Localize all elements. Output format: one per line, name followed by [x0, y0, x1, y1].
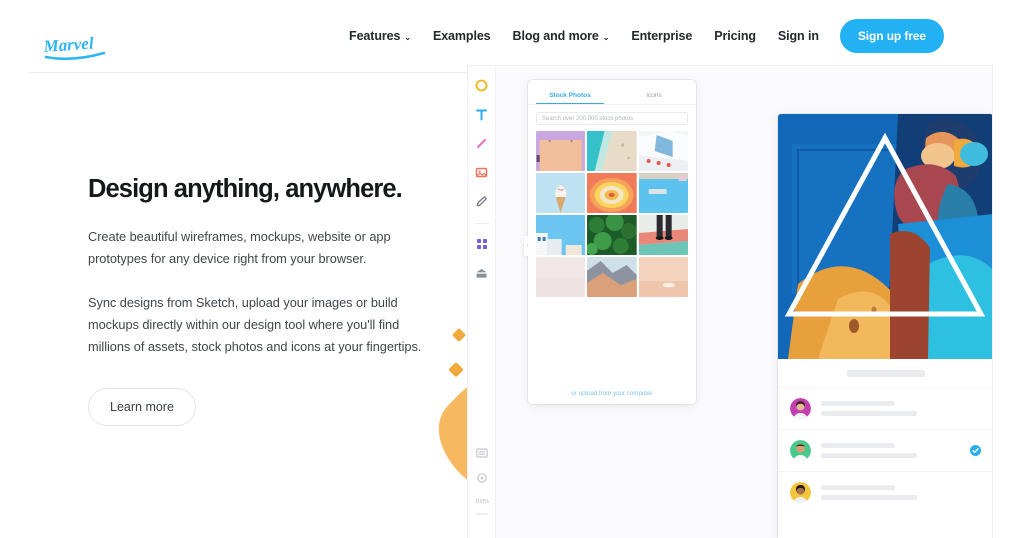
hero-content: Design anything, anywhere. Create beauti…: [88, 175, 428, 427]
stock-photo-thumbnail[interactable]: [587, 257, 637, 297]
layers-icon[interactable]: [473, 444, 491, 462]
placeholder-bar: [821, 411, 917, 416]
avatar[interactable]: [790, 398, 811, 419]
svg-text:Marvel: Marvel: [42, 34, 94, 57]
triangle-shape-overlay: [784, 132, 986, 317]
stock-photo-thumbnail[interactable]: [638, 173, 688, 213]
nav-label: Pricing: [714, 29, 756, 43]
nav-label: Sign in: [777, 29, 819, 43]
stock-photo-thumbnail[interactable]: [536, 173, 586, 213]
stock-photo-thumbnail[interactable]: [536, 131, 586, 171]
placeholder-bar: [846, 369, 925, 377]
placeholder-bar: [821, 485, 895, 490]
verified-check-icon[interactable]: [970, 445, 981, 456]
avatar[interactable]: [790, 482, 811, 503]
comment-list-header: [778, 359, 992, 387]
comment-text-placeholder: [821, 485, 981, 500]
image-tool-icon[interactable]: [473, 163, 491, 181]
nav-item-pricing[interactable]: Pricing: [703, 29, 767, 43]
list-item[interactable]: [778, 429, 992, 471]
avatar[interactable]: [790, 440, 811, 461]
artwork-preview[interactable]: [778, 114, 992, 359]
stock-photo-thumbnail[interactable]: [587, 131, 637, 171]
app-toolbar: 100%: [468, 66, 496, 538]
chevron-down-icon: ⌄: [404, 32, 411, 42]
pencil-icon[interactable]: [473, 192, 491, 210]
stock-photo-grid: [536, 131, 688, 297]
stock-photo-thumbnail[interactable]: [638, 131, 688, 171]
stock-photo-thumbnail[interactable]: [536, 257, 586, 297]
stock-photo-thumbnail[interactable]: [638, 215, 688, 255]
placeholder-bar: [821, 443, 895, 448]
list-item[interactable]: [778, 387, 992, 429]
stock-photo-thumbnail[interactable]: [587, 215, 637, 255]
comment-list: [778, 359, 992, 513]
stock-photos-panel: Stock Photos Icons Search over 200,000 s…: [528, 80, 696, 404]
shape-circle-icon[interactable]: [473, 76, 491, 94]
stock-photo-thumbnail[interactable]: [536, 215, 586, 255]
nav-label: Examples: [432, 29, 491, 43]
page-title: Design anything, anywhere.: [88, 175, 403, 203]
panel-tab-bar: Stock Photos Icons: [528, 80, 696, 105]
tab-icons[interactable]: Icons: [612, 80, 696, 105]
toolbar-divider: [474, 223, 489, 224]
nav-item-blog-and-more[interactable]: Blog and more ⌄: [502, 29, 621, 43]
nav-item-sign-in[interactable]: Sign in: [767, 29, 830, 43]
chevron-down-icon: ⌄: [602, 32, 610, 42]
artboard-card: [778, 114, 992, 538]
nav-item-examples[interactable]: Examples: [422, 29, 502, 43]
grid-tool-icon[interactable]: [473, 235, 491, 253]
nav-label: Enterprise: [631, 29, 693, 43]
box-tool-icon[interactable]: [473, 264, 491, 282]
comment-text-placeholder: [821, 443, 970, 458]
placeholder-bar: [821, 495, 917, 500]
comment-text-placeholder: [821, 401, 981, 416]
hero-paragraph-1: Create beautiful wireframes, mockups, we…: [88, 229, 391, 267]
slider-handle-icon[interactable]: [473, 505, 491, 523]
landing-page: Marvel Features ⌄ Examples Blog and more…: [0, 0, 1024, 538]
learn-more-button[interactable]: Learn more: [88, 388, 196, 427]
zoom-dial-icon[interactable]: [473, 469, 491, 487]
nav-label: Blog and more: [512, 29, 599, 43]
stock-photo-thumbnail[interactable]: [587, 173, 637, 213]
marvel-logo[interactable]: Marvel: [42, 33, 112, 61]
panel-tab-divider: [528, 104, 696, 105]
pen-stroke-icon[interactable]: [473, 134, 491, 152]
main-navigation: Features ⌄ Examples Blog and more ⌄ Ente…: [338, 0, 944, 72]
panel-collapse-handle[interactable]: ‹: [524, 236, 531, 256]
stock-photo-thumbnail[interactable]: [638, 257, 688, 297]
sign-up-free-button[interactable]: Sign up free: [839, 19, 944, 53]
list-item[interactable]: [778, 471, 992, 513]
upload-from-computer-link[interactable]: or upload from your computer: [528, 382, 696, 404]
app-mockup: 100% Stock Photos Icons Search over 200,…: [468, 66, 992, 538]
hero-paragraph-2: Sync designs from Sketch, upload your im…: [88, 295, 422, 355]
placeholder-bar: [821, 401, 895, 406]
text-tool-icon[interactable]: [473, 105, 491, 123]
placeholder-bar: [821, 453, 917, 458]
nav-label: Features: [349, 29, 401, 43]
nav-item-features[interactable]: Features ⌄: [338, 29, 422, 43]
tab-stock-photos[interactable]: Stock Photos: [528, 80, 612, 105]
nav-item-enterprise[interactable]: Enterprise: [620, 29, 703, 43]
site-header: Marvel Features ⌄ Examples Blog and more…: [0, 0, 1024, 73]
toolbar-bottom-group: 100%: [468, 444, 496, 530]
stock-photo-search-input[interactable]: Search over 200,000 stock photos: [536, 112, 688, 125]
